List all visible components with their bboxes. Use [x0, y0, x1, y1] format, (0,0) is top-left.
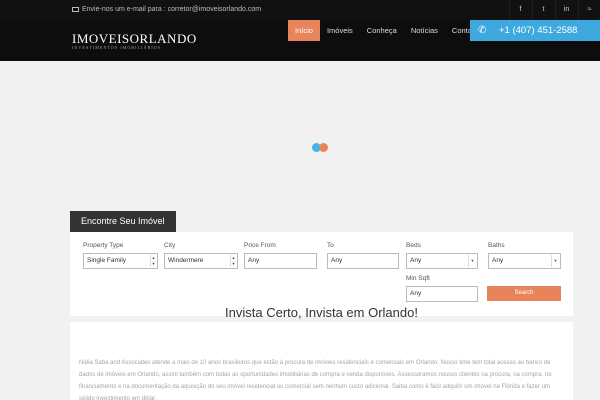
baths-value: Any — [492, 257, 504, 264]
top-bar: Envie-nos um e-mail para : corretor@imov… — [0, 0, 600, 20]
beds-select[interactable]: Any ▼ — [406, 253, 478, 269]
nav-imoveis[interactable]: Imóveis — [320, 20, 360, 41]
nav-conheca[interactable]: Conheça — [360, 20, 404, 41]
main-nav: Início Imóveis Conheça Notícias Contato — [288, 20, 485, 41]
price-from-field: Price From Any — [244, 242, 317, 269]
spinner-arrows-icon: ▲ ▼ — [230, 255, 236, 267]
property-type-select[interactable]: Single Family ▲ ▼ — [83, 253, 158, 269]
search-tab[interactable]: Encontre Seu Imóvel — [70, 211, 176, 232]
facebook-icon[interactable]: f — [509, 0, 531, 20]
site-logo[interactable]: IMOVEISORLANDO INVESTIMENTOS IMOBILIÁRIO… — [72, 32, 197, 51]
loader-dot-orange — [319, 143, 328, 152]
chevron-down-icon: ▼ — [468, 255, 476, 267]
email-contact[interactable]: Envie-nos um e-mail para : corretor@imov… — [72, 0, 261, 20]
twitter-icon[interactable]: t — [532, 0, 554, 20]
phone-number: +1 (407) 451-2588 — [499, 25, 578, 36]
min-sqft-input[interactable]: Any — [406, 286, 478, 302]
to-field: To Any — [327, 242, 399, 269]
price-from-label: Price From — [244, 242, 276, 249]
city-select[interactable]: Windermere ▲ ▼ — [164, 253, 238, 269]
rss-icon[interactable]: ≈ — [578, 0, 600, 20]
section-headline: Invista Certo, Invista em Orlando! — [225, 305, 418, 320]
property-type-label: Property Type — [83, 242, 124, 249]
baths-select[interactable]: Any ▼ — [488, 253, 561, 269]
hero-slider — [0, 61, 600, 231]
city-value: Windermere — [168, 257, 204, 264]
beds-label: Beds — [406, 242, 421, 249]
chevron-down-icon: ▼ — [551, 255, 559, 267]
beds-value: Any — [410, 257, 422, 264]
min-sqft-value: Any — [410, 290, 422, 297]
min-sqft-field: Min Sqft Any — [406, 275, 478, 302]
nav-noticias[interactable]: Notícias — [404, 20, 445, 41]
city-field: City Windermere ▲ ▼ — [164, 242, 238, 269]
property-type-field: Property Type Single Family ▲ ▼ — [83, 242, 158, 269]
price-from-input[interactable]: Any — [244, 253, 317, 269]
nav-inicio[interactable]: Início — [288, 20, 320, 41]
email-text: Envie-nos um e-mail para : corretor@imov… — [82, 6, 262, 13]
intro-paragraph: Nidia Saba and Associates atende a mais … — [79, 360, 552, 400]
search-button[interactable]: Search — [487, 286, 561, 301]
beds-field: Beds Any ▼ — [406, 242, 478, 269]
logo-brand: IMOVEISORLANDO — [72, 31, 197, 46]
spinner-arrows-icon: ▲ ▼ — [150, 255, 156, 267]
to-input[interactable]: Any — [327, 253, 399, 269]
to-label: To — [327, 242, 334, 249]
phone-icon: ✆ — [478, 25, 487, 36]
envelope-icon — [72, 7, 79, 12]
linkedin-icon[interactable]: in — [555, 0, 577, 20]
city-label: City — [164, 242, 176, 249]
property-type-value: Single Family — [87, 257, 127, 264]
social-links: f t in ≈ — [508, 0, 600, 20]
baths-field: Baths Any ▼ — [488, 242, 561, 269]
to-value: Any — [331, 257, 343, 264]
baths-label: Baths — [488, 242, 505, 249]
min-sqft-label: Min Sqft — [406, 275, 430, 282]
price-from-value: Any — [248, 257, 260, 264]
phone-button[interactable]: ✆ +1 (407) 451-2588 — [470, 20, 600, 41]
